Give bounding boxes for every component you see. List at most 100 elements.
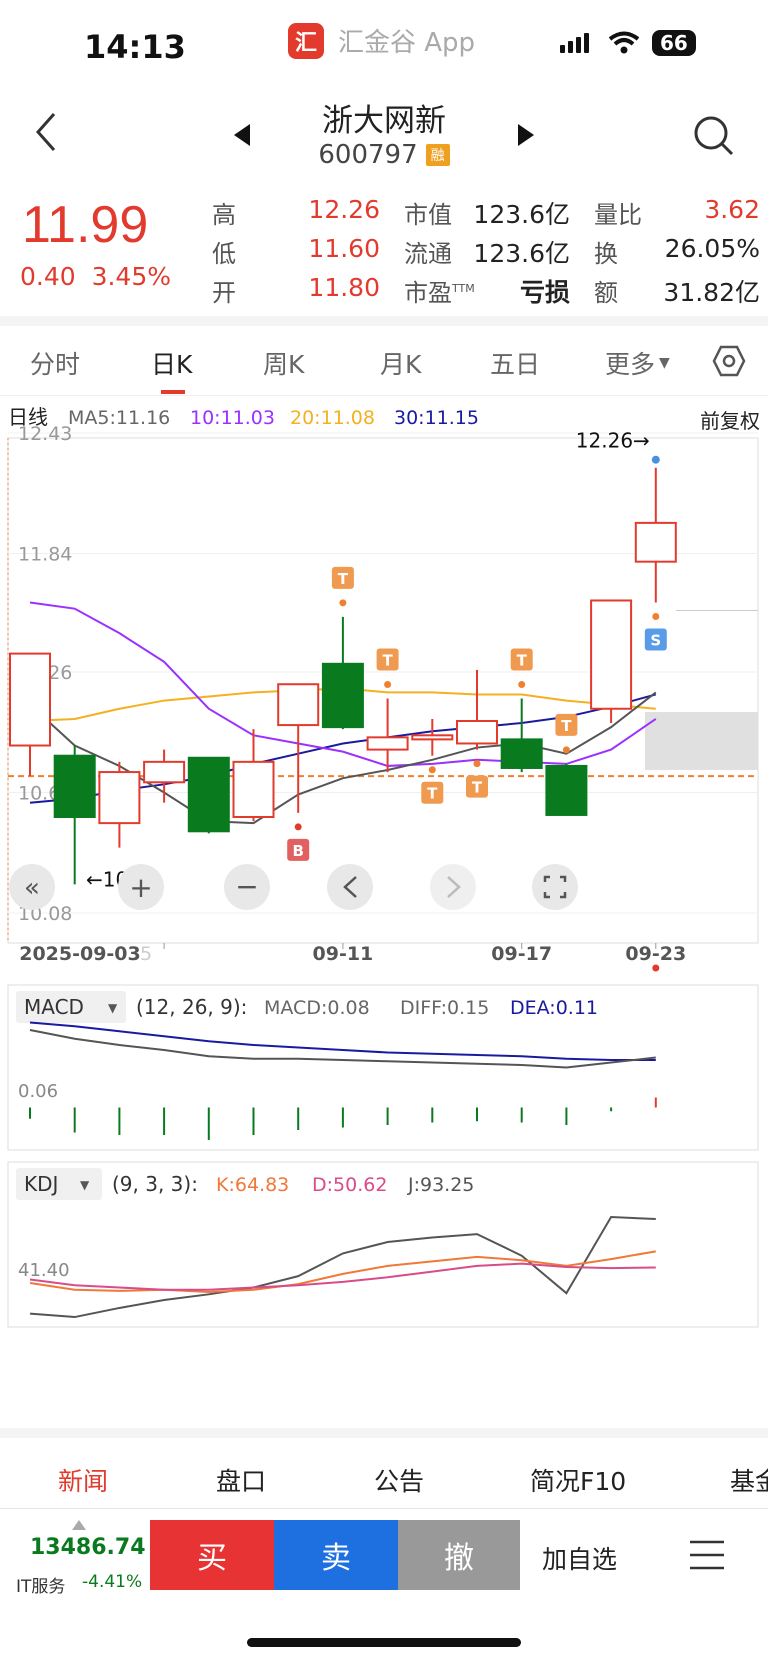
tab-more-label: 更多 <box>605 350 656 379</box>
change-percent: 3.45% <box>91 262 171 291</box>
stat-pe: 亏损 <box>519 278 570 307</box>
stat-amount: 31.82亿 <box>663 278 760 307</box>
stat-label: 换 <box>594 240 618 268</box>
candle-body <box>321 662 364 729</box>
marker-dot <box>652 613 660 621</box>
tab-monthly-k[interactable]: 月K <box>380 345 421 381</box>
dea-line <box>29 1021 656 1061</box>
macd-y-tick: 0.06 <box>18 1081 58 1102</box>
tab-divider <box>0 395 768 396</box>
plus-icon: + <box>129 871 152 904</box>
stock-name: 浙大网新 <box>322 103 446 139</box>
news-tab-profile[interactable]: 简况F10 <box>530 1462 626 1498</box>
stat-label: 额 <box>594 279 618 307</box>
app-name: 汇金谷 App <box>338 28 476 58</box>
d-value: D:50.62 <box>312 1174 387 1196</box>
legend-ma30: 30:11.15 <box>394 407 479 429</box>
change-amount: 0.40 <box>20 262 76 291</box>
marker-dot <box>473 760 481 768</box>
stat-float-cap: 123.6亿 <box>473 239 570 268</box>
stat-high: 12.26 <box>308 195 380 224</box>
home-indicator <box>247 1638 521 1647</box>
highlight-zone <box>645 712 758 770</box>
candle-body <box>143 760 186 784</box>
wifi-icon <box>608 31 640 54</box>
trade-marker-label: T <box>472 779 483 797</box>
caret-down-icon: ▼ <box>659 355 670 371</box>
chart-area[interactable]: 日线 MA5:11.16 10:11.03 20:11.08 30:11.15 … <box>0 400 768 1420</box>
stat-label: 市盈TTM <box>404 273 475 308</box>
d-line <box>29 1262 656 1291</box>
quote-stats-col1: 高 12.26 低 11.60 开 11.80 <box>212 195 380 307</box>
sell-button[interactable]: 卖 <box>274 1520 398 1590</box>
cancel-order-button[interactable]: 撤 <box>398 1520 520 1590</box>
candle-body <box>98 771 141 825</box>
diff-line <box>29 1029 656 1069</box>
add-to-watchlist-button[interactable]: 加自选 <box>542 1540 617 1576</box>
trade-marker-label: S <box>650 632 661 650</box>
stat-open: 11.80 <box>308 273 380 302</box>
tab-more[interactable]: 更多 ▼ <box>605 345 670 381</box>
scroll-left-button[interactable] <box>327 864 373 910</box>
candle-body <box>411 734 454 741</box>
fullscreen-button[interactable] <box>532 864 578 910</box>
index-change: -4.41% <box>82 1572 143 1592</box>
news-tab-fund[interactable]: 基金 <box>730 1462 768 1498</box>
scroll-right-button[interactable] <box>430 864 476 910</box>
candle-body <box>500 738 543 769</box>
stat-volume-ratio: 3.62 <box>704 195 760 224</box>
tab-five-day[interactable]: 五日 <box>490 345 540 381</box>
news-tab-announcements[interactable]: 公告 <box>374 1462 424 1498</box>
marker-dot <box>384 681 392 689</box>
candle-body <box>9 652 51 747</box>
trade-marker-label: T <box>382 652 393 670</box>
stat-label: 开 <box>212 279 236 307</box>
legend-ma10: 10:11.03 <box>190 407 275 429</box>
news-tab-orderbook[interactable]: 盘口 <box>216 1462 266 1498</box>
macd-plot <box>29 1021 657 1140</box>
trade-marker-label: T <box>561 717 572 735</box>
stock-code: 600797 <box>318 140 418 170</box>
stock-code-row: 600797 融 <box>0 140 768 170</box>
x-label-partial: 5 <box>140 943 152 965</box>
kdj-y-tick: 41.40 <box>18 1260 70 1281</box>
price-change: 0.40 3.45% <box>20 262 171 291</box>
section-divider <box>0 1428 768 1438</box>
k-value: K:64.83 <box>216 1174 289 1196</box>
caret-down-icon: ▼ <box>108 1001 118 1015</box>
stat-market-cap: 123.6亿 <box>473 200 570 229</box>
macd-indicator-label: MACD <box>24 995 84 1019</box>
macd-value: MACD:0.08 <box>264 997 370 1019</box>
stat-label: 高 <box>212 201 236 229</box>
tab-intraday[interactable]: 分时 <box>30 345 80 381</box>
buy-button[interactable]: 买 <box>150 1520 274 1590</box>
status-time: 14:13 <box>84 28 186 66</box>
marker-dot <box>428 766 436 774</box>
stat-turnover: 26.05% <box>664 234 760 263</box>
candle-body <box>456 720 498 745</box>
signal-icon <box>560 33 589 53</box>
j-value: J:93.25 <box>407 1174 474 1196</box>
tab-weekly-k[interactable]: 周K <box>263 345 304 381</box>
adjust-label[interactable]: 前复权 <box>700 409 760 433</box>
trade-marker-label: B <box>292 842 303 860</box>
menu-icon[interactable] <box>688 1538 726 1572</box>
x-label: 09-11 <box>313 943 374 965</box>
current-price: 11.99 <box>22 196 149 254</box>
kdj-indicator-label: KDJ <box>24 1172 58 1196</box>
news-tab-news[interactable]: 新闻 <box>58 1462 108 1498</box>
high-annotation: 12.26→ <box>576 429 650 453</box>
minus-icon: − <box>235 870 258 903</box>
tab-daily-k[interactable]: 日K <box>151 345 192 381</box>
candle-body <box>53 754 96 819</box>
app-logo-icon: 汇 <box>288 22 324 59</box>
trade-marker-label: T <box>338 570 349 588</box>
search-icon[interactable] <box>692 114 736 158</box>
section-divider <box>0 316 768 326</box>
stat-pe-sup: TTM <box>452 282 475 295</box>
index-value[interactable]: 13486.74 <box>30 1535 146 1560</box>
index-name[interactable]: IT服务 <box>16 1572 65 1597</box>
candle-body <box>634 521 677 563</box>
settings-icon[interactable] <box>712 344 746 378</box>
candle-body <box>366 736 409 751</box>
